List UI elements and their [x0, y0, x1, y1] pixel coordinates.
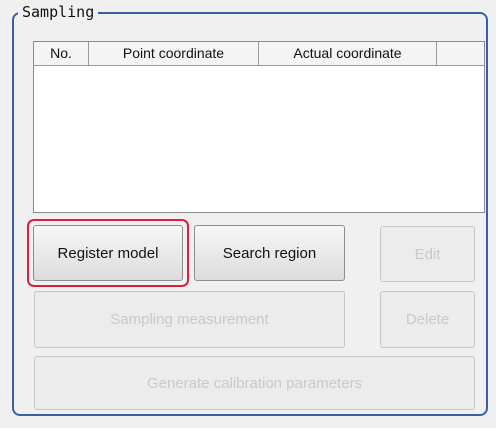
column-header-no[interactable]: No. [34, 42, 89, 65]
column-header-point-coordinate[interactable]: Point coordinate [89, 42, 259, 65]
edit-button[interactable]: Edit [380, 226, 475, 282]
search-region-button[interactable]: Search region [194, 225, 345, 281]
sampling-list[interactable]: No. Point coordinate Actual coordinate [33, 41, 485, 213]
list-body[interactable] [34, 66, 484, 212]
list-header: No. Point coordinate Actual coordinate [34, 42, 484, 66]
column-header-empty[interactable] [437, 42, 484, 65]
group-title: Sampling [18, 2, 99, 22]
sampling-measurement-button[interactable]: Sampling measurement [34, 291, 345, 348]
register-model-button[interactable]: Register model [33, 225, 183, 281]
generate-calibration-parameters-button[interactable]: Generate calibration parameters [34, 356, 475, 410]
delete-button[interactable]: Delete [380, 291, 475, 348]
sampling-panel: Sampling No. Point coordinate Actual coo… [0, 0, 496, 428]
column-header-actual-coordinate[interactable]: Actual coordinate [259, 42, 437, 65]
